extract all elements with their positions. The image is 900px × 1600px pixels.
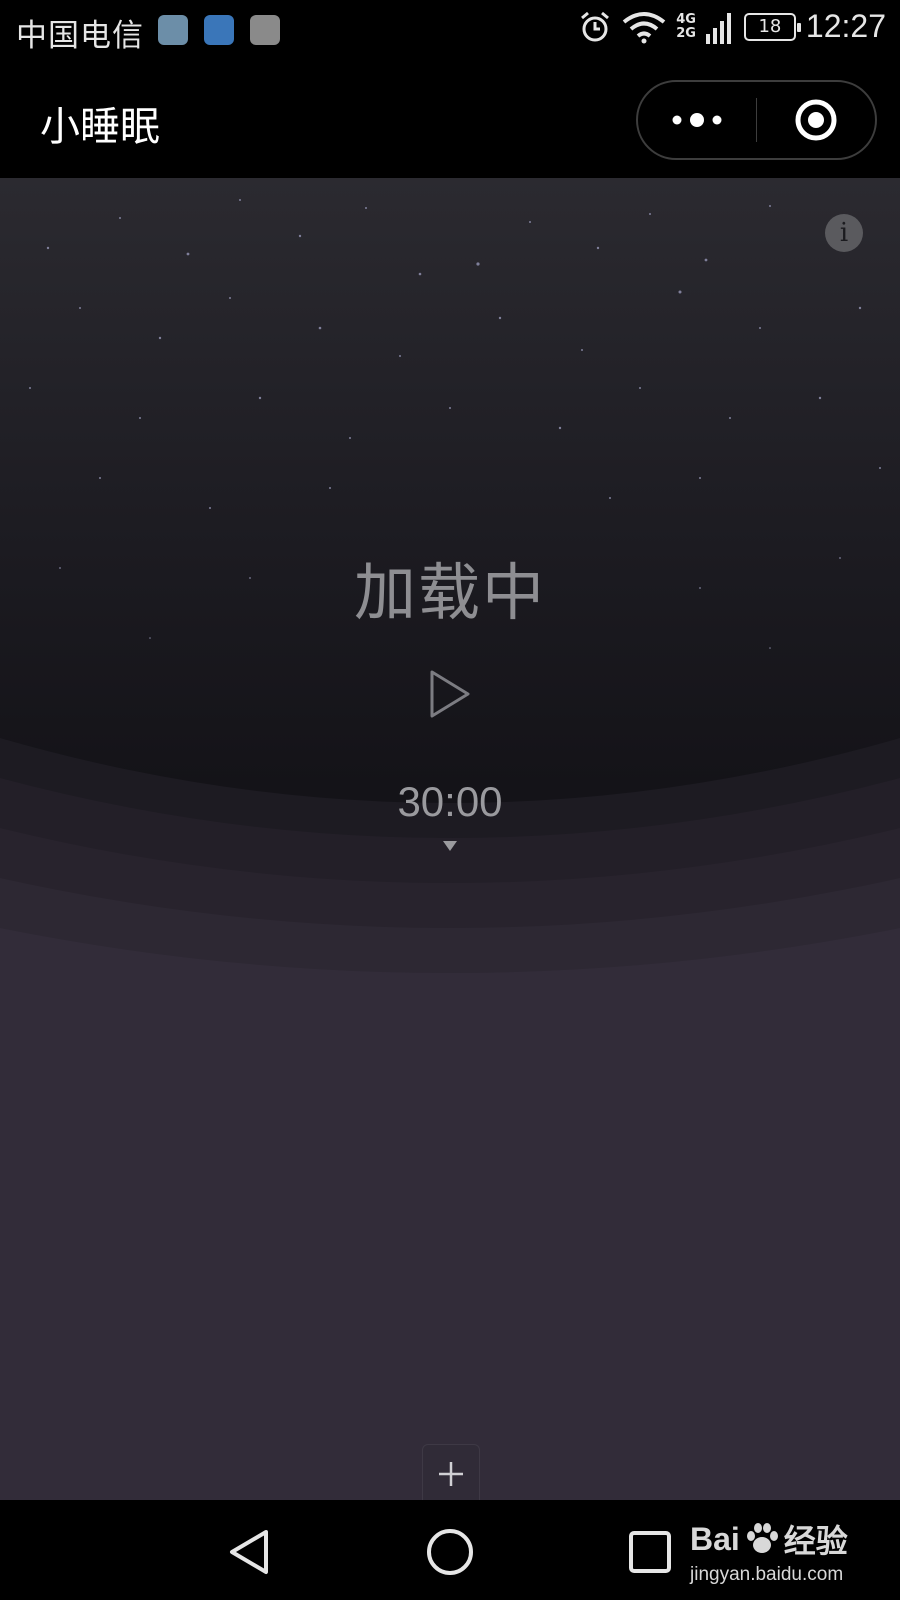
wave-background (0, 738, 900, 1500)
watermark-brand: Bai 经验 (690, 1516, 848, 1562)
status-bar: 中国电信 4G 2G 18 12:27 (0, 0, 900, 60)
notification-icons (158, 15, 280, 45)
wifi-icon (622, 11, 666, 43)
home-circle-icon[interactable] (422, 1524, 478, 1580)
alarm-icon (581, 11, 610, 41)
battery-icon: 18 (743, 12, 801, 41)
status-time: 12:27 (805, 8, 886, 44)
carrier-label: 中国电信 (16, 18, 144, 54)
signal-icon (705, 12, 731, 44)
status-indicators: 4G 2G 18 12:27 (578, 8, 886, 45)
plus-icon (439, 1461, 463, 1486)
network-2g-label: 2G (676, 25, 696, 41)
play-icon (430, 670, 470, 718)
play-button[interactable] (428, 668, 472, 720)
watermark-brand-right: 经验 (783, 1523, 848, 1559)
network-type: 4G 2G (676, 11, 696, 41)
more-dots-icon (672, 113, 722, 127)
main-content: i 加载中 30:00 (0, 178, 900, 1500)
baidu-watermark: Bai 经验 jingyan.baidu.com (690, 1516, 848, 1586)
timer-display[interactable]: 30:00 (0, 778, 900, 826)
target-close-icon (795, 99, 837, 141)
recent-square-icon[interactable] (622, 1524, 678, 1580)
add-button[interactable] (422, 1444, 480, 1500)
watermark-url: jingyan.baidu.com (690, 1564, 844, 1585)
info-icon: i (839, 218, 849, 248)
title-bar: 小睡眠 (0, 60, 900, 178)
health-icon (204, 15, 234, 45)
more-button[interactable] (638, 82, 756, 158)
watermark-brand-left: Bai (690, 1520, 740, 1557)
page-title: 小睡眠 (40, 104, 160, 150)
network-4g-label: 4G (676, 11, 696, 27)
timer-dropdown-icon[interactable] (442, 840, 458, 852)
info-button[interactable]: i (825, 214, 863, 252)
gallery-icon (250, 15, 280, 45)
weather-icon (158, 15, 188, 45)
loading-label: 加载中 (353, 556, 546, 629)
paw-icon (746, 1523, 778, 1553)
battery-level: 18 (758, 16, 782, 37)
capsule-menu (636, 80, 877, 160)
close-button[interactable] (757, 82, 875, 158)
back-triangle-icon[interactable] (222, 1524, 278, 1580)
navigation-bar: Bai 经验 jingyan.baidu.com (0, 1500, 900, 1600)
